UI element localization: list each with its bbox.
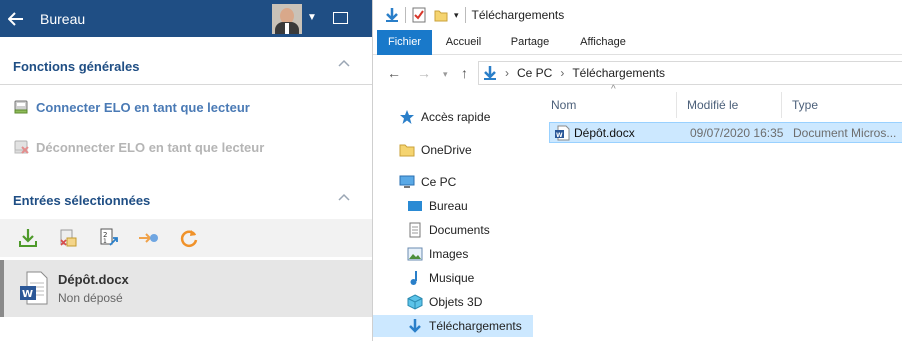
chevron-up-icon[interactable] [338,192,350,204]
disconnect-drive-icon [13,138,31,156]
svg-text:1: 1 [103,238,107,245]
nav-label: Bureau [429,199,468,213]
desktop-icon [407,198,423,214]
chevron-up-icon[interactable] [338,58,350,70]
ribbon: Fichier Accueil Partage Affichage [373,30,902,55]
elo-header: Bureau ▼ [0,0,372,37]
tab-share[interactable]: Partage [501,30,559,55]
nav-label: Images [429,247,469,261]
back-arrow-icon[interactable]: ← [387,65,401,81]
nav-item-3d-objects[interactable]: Objets 3D [373,291,533,313]
connect-reader-label: Connecter ELO en tant que lecteur [36,99,250,115]
page-title: Bureau [40,10,86,27]
nav-label: Accès rapide [421,110,491,124]
connect-drive-icon [13,98,31,116]
up-arrow-icon[interactable]: ↑ [461,65,468,81]
word-document-icon: W [20,271,48,305]
tab-view[interactable]: Affichage [570,30,636,55]
nav-label: OneDrive [421,143,472,157]
address-bar-row: ← → ▾ ↑ › Ce PC › Téléchargements [373,57,902,89]
computer-icon [399,174,415,190]
nav-item-pictures[interactable]: Images [373,243,533,265]
section-selected-header[interactable]: Entrées sélectionnées [0,186,372,214]
customize-dropdown-icon[interactable]: ▾ [454,10,459,21]
back-arrow-icon[interactable] [0,0,32,37]
nav-label: Musique [429,271,475,285]
section-general-header[interactable]: Fonctions générales [0,52,372,80]
nav-item-music[interactable]: Musique [373,267,533,289]
breadcrumb-this-pc[interactable]: Ce PC [517,66,552,80]
new-folder-icon[interactable] [434,7,448,23]
caret-down-icon[interactable]: ▼ [307,12,317,23]
nav-label: Ce PC [421,175,457,189]
file-explorer-window: ▾ Téléchargements Fichier Accueil Partag… [372,0,902,341]
disconnect-reader-label: Déconnecter ELO en tant que lecteur [36,139,265,155]
section-general-title: Fonctions générales [13,58,140,74]
music-icon [407,270,423,286]
file-name: Dépôt.docx [574,126,635,140]
star-icon [399,109,415,125]
svg-text:W: W [556,132,563,139]
recent-locations-icon[interactable]: ▾ [443,69,448,80]
elo-panel: Bureau ▼ Fonctions générales Connecter E… [0,0,372,341]
entries-toolbar: 21 [0,219,372,257]
tab-home[interactable]: Accueil [436,30,491,55]
window-title: Téléchargements [471,8,565,22]
nav-item-quick-access[interactable]: Accès rapide [373,106,533,128]
file-type: Document Micros... [793,126,897,140]
folder-icon [399,142,415,158]
entry-name: Dépôt.docx [58,272,129,287]
discard-icon[interactable] [57,227,79,249]
nav-item-onedrive[interactable]: OneDrive [373,139,533,161]
nav-item-this-pc[interactable]: Ce PC [373,171,533,193]
version-icon[interactable]: 21 [98,227,120,249]
nav-label: Documents [429,223,490,237]
column-header-modified[interactable]: Modifié le [677,92,782,118]
pictures-icon [407,246,423,262]
forward-arrow-icon[interactable]: → [417,65,431,81]
column-header-type[interactable]: Type [782,92,902,118]
nav-item-downloads[interactable]: Téléchargements [373,315,533,337]
file-modified: 09/07/2020 16:35 [690,126,784,140]
transfer-icon[interactable] [138,227,160,249]
svg-text:W: W [22,289,33,300]
address-bar[interactable]: › Ce PC › Téléchargements [478,61,902,85]
disconnect-reader-button[interactable]: Déconnecter ELO en tant que lecteur [13,136,264,158]
section-selected-title: Entrées sélectionnées [13,192,151,208]
breadcrumb-separator-icon: › [560,66,565,80]
breadcrumb-downloads[interactable]: Téléchargements [572,66,665,80]
cube-icon [407,294,423,310]
connect-reader-button[interactable]: Connecter ELO en tant que lecteur [13,96,250,118]
column-header-name[interactable]: Nom [541,92,677,118]
entry-status: Non déposé [58,291,123,305]
avatar[interactable] [272,4,302,34]
file-row[interactable]: W Dépôt.docx 09/07/2020 16:35 Document M… [549,122,902,143]
breadcrumb-separator-icon: › [505,66,509,80]
window-icon[interactable] [333,12,348,24]
documents-icon [407,222,423,238]
divider [0,84,372,85]
download-folder-icon [386,8,398,22]
tab-file[interactable]: Fichier [377,30,432,55]
nav-label: Téléchargements [429,319,522,333]
word-document-icon: W [555,125,570,141]
properties-icon[interactable] [412,7,426,23]
nav-item-desktop[interactable]: Bureau [373,195,533,217]
refresh-icon[interactable] [178,227,200,249]
quick-access-toolbar: ▾ Téléchargements [373,0,902,30]
download-folder-icon [407,318,423,334]
navigation-pane: Accès rapide OneDrive Ce PC Bureau Docum… [373,90,533,341]
selected-entry[interactable]: W Dépôt.docx Non déposé [0,260,372,317]
download-folder-icon [484,66,496,80]
file-list: ^ Nom Modifié le Type W Dépôt.docx 09/07… [541,84,902,341]
nav-item-documents[interactable]: Documents [373,219,533,241]
nav-label: Objets 3D [429,295,483,309]
download-icon[interactable] [17,227,39,249]
